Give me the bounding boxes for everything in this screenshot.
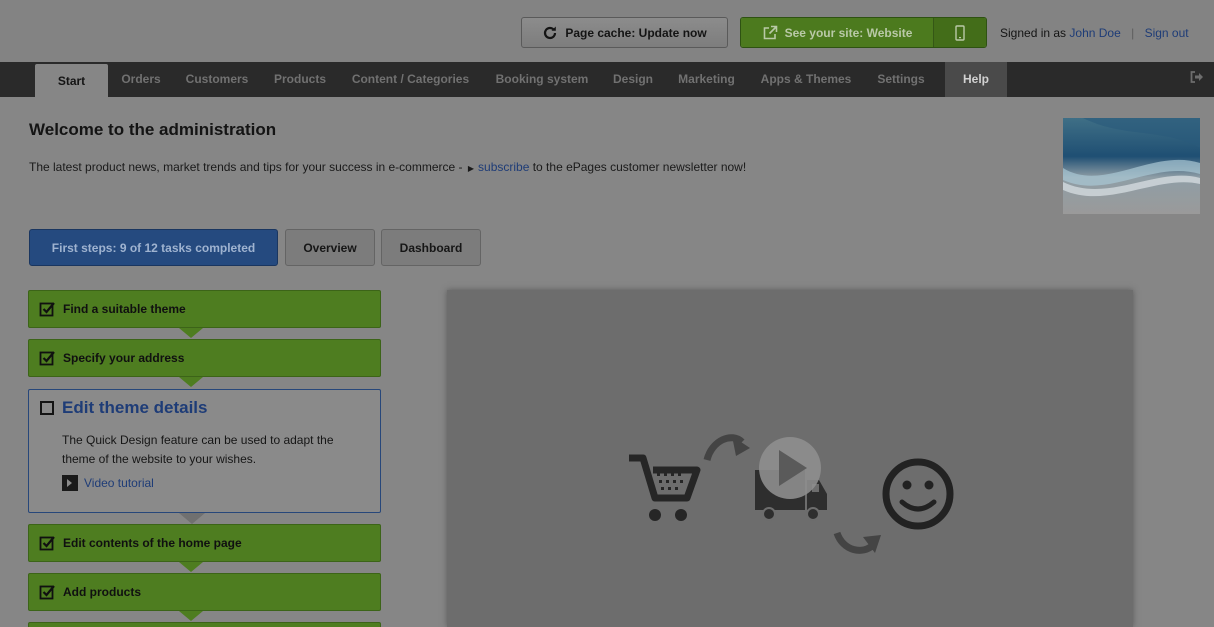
checkbox-checked-icon [39,351,55,366]
nav-item-customers[interactable]: Customers [176,62,258,97]
cart-icon [629,454,701,521]
news-prefix: The latest product news, market trends a… [29,160,463,174]
step-add-products[interactable]: Add products [28,573,381,621]
step-title[interactable]: Edit theme details [62,398,207,418]
nav-item-content-categories[interactable]: Content / Categories [343,62,478,97]
see-site-main[interactable]: See your site: Website [741,18,933,47]
nav-item-help[interactable]: Help [945,62,1007,97]
nav-item-marketing[interactable]: Marketing [669,62,744,97]
page-title: Welcome to the administration [29,120,277,139]
nav-item-booking-system[interactable]: Booking system [488,62,596,97]
external-link-icon [763,25,777,39]
video-tutorial-link[interactable]: Video tutorial [62,475,154,491]
main-nav: Start Orders Customers Products Content … [0,62,1214,99]
step-label: Find a suitable theme [63,302,186,316]
checkbox-empty-icon[interactable] [40,401,54,415]
nav-item-products[interactable]: Products [266,62,334,97]
video-tutorial-label: Video tutorial [84,476,154,490]
banner-image [1063,118,1200,214]
nav-item-apps-themes[interactable]: Apps & Themes [752,62,860,97]
see-site-button[interactable]: See your site: Website [740,17,987,48]
logout-icon[interactable] [1190,70,1204,84]
top-bar: Page cache: Update now See your site: We… [0,0,1214,62]
newsletter-line: The latest product news, market trends a… [29,160,746,174]
play-icon[interactable] [759,437,821,499]
subscribe-link[interactable]: subscribe [478,160,529,174]
video-illustration [629,434,954,554]
signed-in-info: Signed in as John Doe | Sign out [1000,26,1189,40]
checkbox-checked-icon [39,585,55,600]
nav-item-orders[interactable]: Orders [112,62,170,97]
mobile-icon [955,24,965,41]
smiley-icon [882,458,954,530]
nav-item-settings[interactable]: Settings [869,62,933,97]
step-next-partial [28,622,381,627]
curved-arrow-icon [833,531,881,554]
arrow-right-icon: ▶ [467,164,475,173]
nav-item-start[interactable]: Start [35,64,108,99]
tab-first-steps[interactable]: First steps: 9 of 12 tasks completed [29,229,278,266]
step-edit-home-contents[interactable]: Edit contents of the home page [28,524,381,572]
separator: | [1131,26,1135,40]
video-player[interactable] [447,290,1133,627]
step-edit-theme-details: Edit theme details The Quick Design feat… [28,389,381,524]
page-cache-button[interactable]: Page cache: Update now [521,17,728,48]
user-name-link[interactable]: John Doe [1069,26,1120,40]
step-find-theme[interactable]: Find a suitable theme [28,290,381,338]
signed-in-prefix: Signed in as [1000,26,1067,40]
mobile-preview-button[interactable] [933,18,986,47]
step-label: Edit contents of the home page [63,536,242,550]
sign-out-link[interactable]: Sign out [1145,26,1189,40]
checkbox-checked-icon [39,536,55,551]
tab-overview[interactable]: Overview [285,229,375,266]
step-label: Add products [63,585,141,599]
nav-item-design[interactable]: Design [605,62,661,97]
news-suffix: to the ePages customer newsletter now! [532,160,747,174]
curved-arrow-icon [703,434,750,462]
step-label: Specify your address [63,351,185,365]
step-specify-address[interactable]: Specify your address [28,339,381,387]
chevron-right-icon [62,475,78,491]
refresh-icon [544,26,557,39]
tab-dashboard[interactable]: Dashboard [381,229,481,266]
checkbox-checked-icon [39,302,55,317]
page-cache-label: Page cache: Update now [565,25,707,40]
step-description: The Quick Design feature can be used to … [62,433,334,466]
see-site-label: See your site: Website [784,25,913,40]
